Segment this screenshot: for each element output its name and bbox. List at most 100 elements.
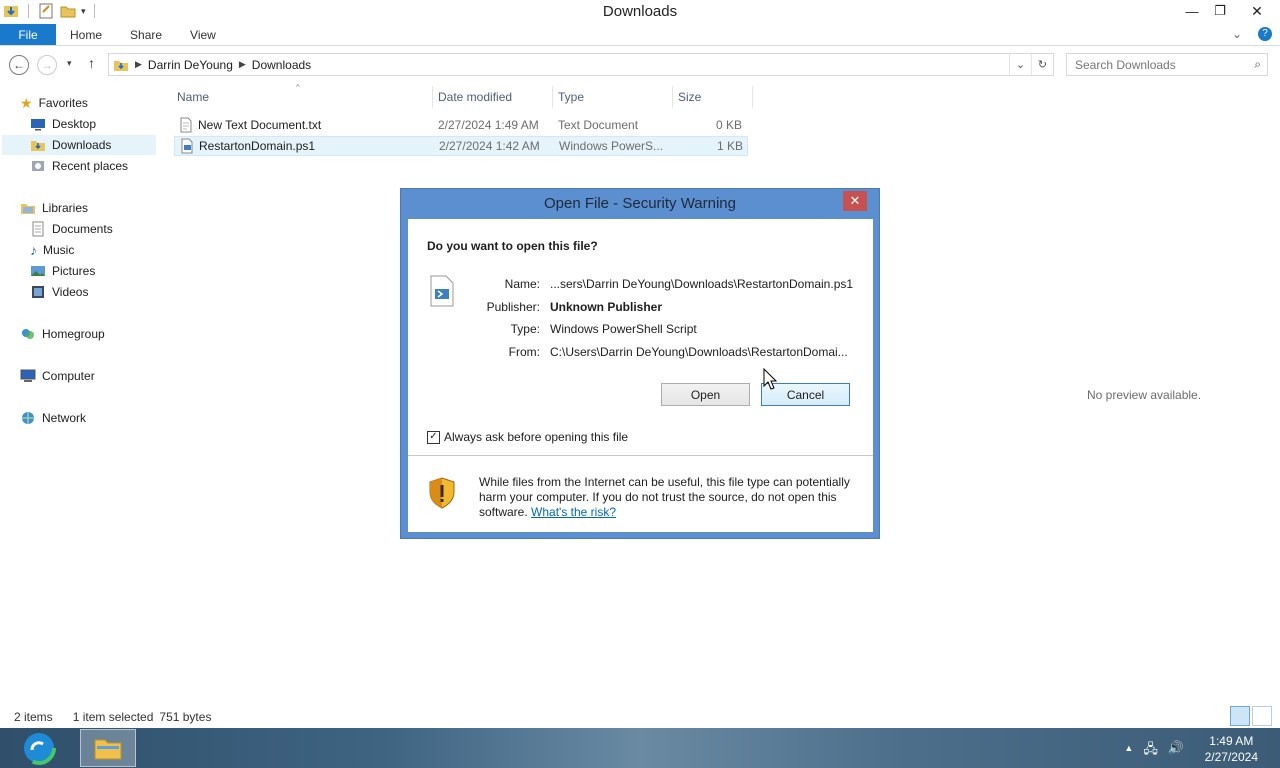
- file-name-cell: New Text Document.txt: [174, 117, 434, 133]
- security-shield-icon: [429, 477, 455, 509]
- breadcrumb-separator-icon[interactable]: ▶: [135, 59, 142, 70]
- clock[interactable]: 1:49 AM 2/27/2024: [1205, 733, 1258, 765]
- nav-desktop[interactable]: Desktop: [30, 114, 96, 134]
- dialog-body: Do you want to open this file? Name: ...…: [408, 219, 873, 532]
- security-warning-dialog: Open File - Security Warning ✕ Do you wa…: [400, 188, 880, 539]
- file-type: Windows PowerS...: [559, 139, 664, 153]
- powershell-script-icon: [181, 138, 193, 154]
- computer-icon: [20, 369, 36, 382]
- file-explorer-taskbar-button[interactable]: [80, 729, 136, 767]
- desktop-icon: [31, 119, 45, 131]
- navigation-pane: ★ Favorites Desktop Downloads Recent pla…: [0, 86, 160, 706]
- homegroup-icon: [22, 329, 34, 339]
- column-date-modified[interactable]: Date modified: [433, 86, 553, 108]
- powershell-script-icon: [430, 275, 454, 307]
- edge-browser-icon[interactable]: [22, 731, 56, 765]
- publisher-value: Unknown Publisher: [550, 300, 663, 314]
- help-icon[interactable]: ?: [1258, 27, 1272, 41]
- breadcrumb-downloads[interactable]: Downloads: [246, 58, 317, 72]
- nav-label: Pictures: [52, 264, 96, 278]
- ribbon-right-controls: ⌄ ?: [1232, 27, 1272, 41]
- tab-share[interactable]: Share: [116, 24, 176, 45]
- tab-home[interactable]: Home: [56, 24, 116, 45]
- always-ask-label[interactable]: Always ask before opening this file: [444, 430, 628, 444]
- warning-text-block: While files from the Internet can be use…: [479, 475, 859, 520]
- text-file-icon: [180, 117, 192, 133]
- from-label: From:: [508, 345, 540, 359]
- show-hidden-icons-icon[interactable]: ▲: [1124, 743, 1133, 762]
- publisher-label: Publisher:: [486, 300, 540, 314]
- breadcrumb-user[interactable]: Darrin DeYoung: [142, 58, 239, 72]
- refresh-icon[interactable]: ↻: [1031, 54, 1053, 75]
- system-tray: ▲ 🖧 🔊: [1124, 740, 1184, 762]
- column-size[interactable]: Size: [673, 86, 753, 108]
- file-explorer-icon: [94, 739, 122, 760]
- clock-time: 1:49 AM: [1209, 734, 1254, 748]
- file-row[interactable]: RestartonDomain.ps1 2/27/2024 1:42 AM Wi…: [174, 136, 748, 156]
- nav-label: Libraries: [42, 201, 89, 215]
- always-ask-checkbox-row[interactable]: ✓ Always ask before opening this file: [427, 430, 628, 444]
- window-controls: — ❐ ✕: [1178, 0, 1280, 22]
- details-view-icon[interactable]: [1230, 706, 1250, 726]
- minimize-button[interactable]: —: [1178, 0, 1206, 22]
- nav-network[interactable]: Network: [20, 408, 86, 428]
- dialog-close-button[interactable]: ✕: [843, 191, 867, 211]
- nav-documents[interactable]: Documents: [30, 219, 113, 239]
- column-type[interactable]: Type: [553, 86, 673, 108]
- name-value: ...sers\Darrin DeYoung\Downloads\Restart…: [550, 277, 854, 291]
- search-box[interactable]: Search Downloads ⌕: [1066, 53, 1268, 76]
- recent-places-icon: [32, 161, 44, 171]
- nav-libraries[interactable]: Libraries: [20, 198, 88, 218]
- nav-homegroup[interactable]: Homegroup: [20, 324, 105, 344]
- network-status-icon[interactable]: 🖧: [1143, 740, 1158, 762]
- column-name[interactable]: Name: [172, 86, 433, 108]
- selection-size: 751 bytes: [159, 710, 212, 724]
- up-button[interactable]: ↑: [88, 55, 95, 71]
- file-row[interactable]: New Text Document.txt 2/27/2024 1:49 AM …: [174, 115, 748, 135]
- nav-downloads[interactable]: Downloads: [2, 135, 156, 155]
- nav-label: Desktop: [52, 117, 97, 131]
- address-dropdown-icon[interactable]: ⌄: [1009, 54, 1031, 75]
- dialog-divider: [408, 455, 873, 456]
- pictures-icon: [31, 266, 45, 276]
- large-icons-view-icon[interactable]: [1252, 706, 1272, 726]
- item-count: 2 items: [14, 710, 53, 724]
- nav-music[interactable]: ♪ Music: [30, 240, 74, 260]
- tab-file[interactable]: File: [0, 24, 56, 45]
- title-bar: ▾ Downloads — ❐ ✕: [0, 0, 1280, 24]
- whats-the-risk-link[interactable]: What's the risk?: [531, 505, 616, 519]
- expand-ribbon-icon[interactable]: ⌄: [1232, 27, 1242, 41]
- recent-locations-icon[interactable]: ▾: [67, 58, 72, 69]
- nav-videos[interactable]: Videos: [30, 282, 88, 302]
- nav-label: Downloads: [52, 138, 112, 152]
- clock-date: 2/27/2024: [1204, 750, 1258, 764]
- back-button[interactable]: ←: [9, 55, 29, 75]
- name-label: Name:: [504, 277, 540, 291]
- documents-icon: [32, 221, 44, 237]
- downloads-folder-icon: [114, 60, 128, 71]
- nav-favorites[interactable]: ★ Favorites: [20, 93, 88, 113]
- file-date: 2/27/2024 1:49 AM: [438, 118, 539, 132]
- nav-label: Music: [43, 243, 75, 257]
- search-icon[interactable]: ⌕: [1254, 57, 1261, 72]
- search-input[interactable]: Search Downloads: [1075, 58, 1176, 72]
- nav-pictures[interactable]: Pictures: [30, 261, 95, 281]
- libraries-icon: [21, 204, 35, 214]
- window-title: Downloads: [602, 3, 678, 20]
- address-bar[interactable]: ▶ Darrin DeYoung ▶ Downloads ⌄ ↻: [108, 53, 1054, 76]
- navigation-row: ← → ▾ ↑ ▶ Darrin DeYoung ▶ Downloads ⌄ ↻…: [0, 48, 1280, 82]
- mouse-cursor-icon: [763, 368, 777, 390]
- tab-view[interactable]: View: [176, 24, 230, 45]
- always-ask-checkbox[interactable]: ✓: [427, 430, 440, 444]
- type-value: Windows PowerShell Script: [550, 322, 697, 336]
- breadcrumb-separator-icon[interactable]: ▶: [239, 59, 246, 70]
- forward-button[interactable]: →: [37, 55, 57, 75]
- open-button[interactable]: Open: [661, 383, 750, 406]
- nav-computer[interactable]: Computer: [20, 366, 95, 386]
- nav-label: Recent places: [52, 159, 129, 173]
- close-button[interactable]: ✕: [1234, 0, 1280, 22]
- maximize-button[interactable]: ❐: [1206, 0, 1234, 22]
- volume-icon[interactable]: 🔊: [1168, 740, 1184, 762]
- nav-recent-places[interactable]: Recent places: [30, 156, 128, 176]
- type-label: Type:: [510, 322, 540, 336]
